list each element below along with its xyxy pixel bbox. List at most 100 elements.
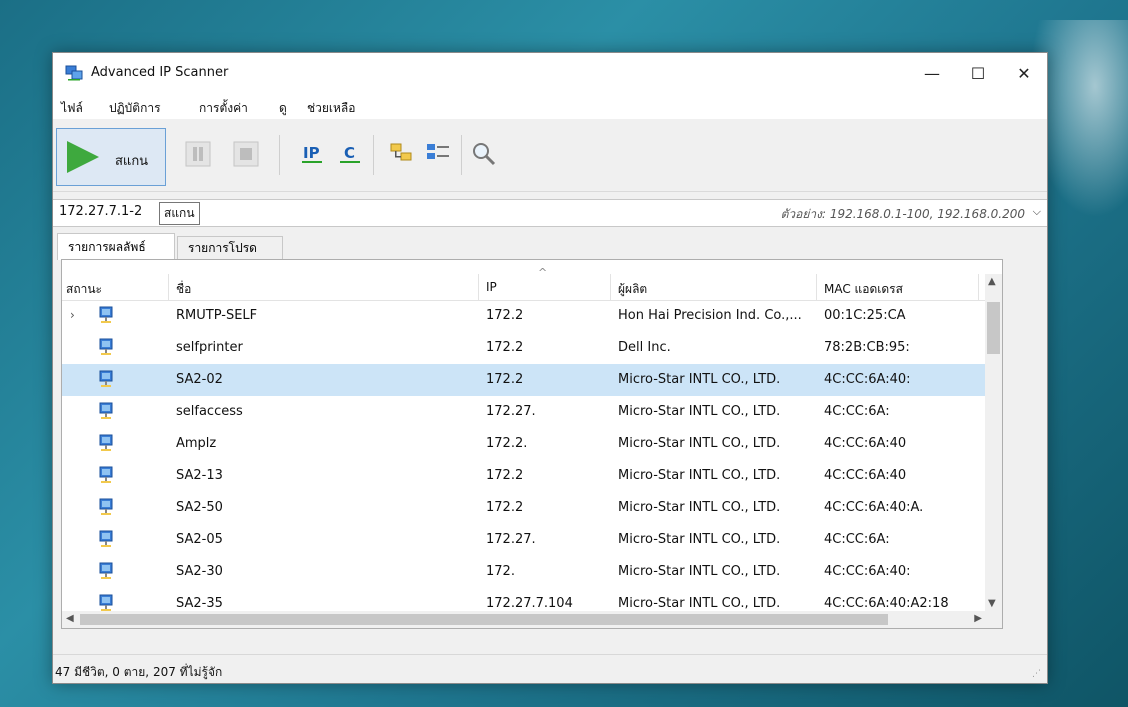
cell-mac: 78:2B:CB:95: xyxy=(824,340,910,355)
search-button[interactable] xyxy=(471,141,497,167)
expand-all-button[interactable] xyxy=(389,141,415,167)
cell-ip: 172.2. xyxy=(486,436,528,451)
cell-mac: 4C:CC:6A: xyxy=(824,532,890,547)
pause-button[interactable] xyxy=(185,141,211,167)
app-network-icon xyxy=(65,65,83,81)
column-status[interactable]: สถานะ xyxy=(66,280,102,299)
ip-range-button[interactable]: IP xyxy=(299,141,325,167)
close-button[interactable]: ✕ xyxy=(1001,53,1047,93)
cell-mac: 4C:CC:6A:40: xyxy=(824,564,911,579)
tab-favorites[interactable]: รายการโปรด xyxy=(177,236,283,259)
cell-mac: 00:1C:25:CA xyxy=(824,308,906,323)
tab-results[interactable]: รายการผลลัพธ์ xyxy=(57,233,175,260)
column-name[interactable]: ชื่อ xyxy=(176,280,191,299)
computer-icon xyxy=(99,306,113,323)
column-divider xyxy=(610,274,611,300)
cell-ip: 172.27. xyxy=(486,404,536,419)
cell-name: RMUTP-SELF xyxy=(176,308,258,323)
computer-icon xyxy=(99,498,113,515)
cell-manufacturer: Micro-Star INTL CO., LTD. xyxy=(618,436,781,451)
menu-actions[interactable]: ปฏิบัติการ xyxy=(109,99,161,118)
menu-view[interactable]: ดู xyxy=(279,99,287,118)
table-row[interactable]: SA2-50 172.2 Micro-Star INTL CO., LTD. 4C:C… xyxy=(62,492,1002,524)
range-example-hint: ตัวอย่าง: 192.168.0.1-100, 192.168.0.200 xyxy=(780,207,1025,221)
status-bar: 47 มีชีวิต, 0 ตาย, 207 ที่ไม่รู้จัก ⋰ xyxy=(53,654,1047,683)
computer-icon xyxy=(99,434,113,451)
computer-icon xyxy=(99,466,113,483)
ip-range-field[interactable]: 172.27.7.1-2 สแกน ตัวอย่าง: 192.168.0.1-… xyxy=(53,199,1047,227)
computer-icon xyxy=(99,402,113,419)
table-row[interactable]: SA2-05 172.27. Micro-Star INTL CO., LTD. 4C… xyxy=(62,524,1002,556)
scroll-right-icon[interactable]: ▶ xyxy=(974,613,982,624)
collapse-list-icon xyxy=(427,144,449,159)
ip-range-input[interactable]: 172.27.7.1-2 xyxy=(59,204,142,219)
column-mac[interactable]: MAC แอดเดรส xyxy=(824,280,903,299)
pause-icon xyxy=(185,141,211,167)
cell-name: SA2-02 xyxy=(176,372,223,387)
ip-icon-text: IP xyxy=(303,144,320,162)
menu-bar: ไฟล์ ปฏิบัติการ การตั้งค่า ดู ช่วยเหลือ xyxy=(53,93,1047,119)
horizontal-scrollbar[interactable]: ◀ ▶ xyxy=(62,611,1002,628)
vertical-scrollbar[interactable]: ▲ ▼ xyxy=(985,274,1002,611)
cell-name: selfaccess xyxy=(176,404,243,419)
cell-mac: 4C:CC:6A:40 xyxy=(824,468,907,483)
resize-grip-icon[interactable]: ⋰ xyxy=(1032,669,1041,679)
chevron-down-icon[interactable]: ⌵ xyxy=(1033,205,1041,219)
cell-mac: 4C:CC:6A:40:A2:18 xyxy=(824,596,949,611)
cell-manufacturer: Hon Hai Precision Ind. Co.,... xyxy=(618,308,802,323)
column-divider xyxy=(478,274,479,300)
cell-manufacturer: Micro-Star INTL CO., LTD. xyxy=(618,372,781,387)
toolbar-separator xyxy=(461,135,462,175)
horizontal-scroll-thumb[interactable] xyxy=(80,614,888,625)
maximize-button[interactable]: ☐ xyxy=(955,53,1001,93)
table-row[interactable]: › RMUTP-SELF 172.2 Hon Hai Precision Ind. C… xyxy=(62,300,1002,332)
list-header: ^ สถานะ ชื่อ IP ผู้ผลิต MAC แอดเดรส ค xyxy=(62,266,1002,301)
cell-mac: 4C:CC:6A:40: xyxy=(824,372,911,387)
toolbar: สแกน IP C xyxy=(53,121,1047,192)
cell-ip: 172.27.7.104 xyxy=(486,596,573,611)
column-divider xyxy=(168,274,169,300)
cell-ip: 172.2 xyxy=(486,308,524,323)
menu-settings[interactable]: การตั้งค่า xyxy=(199,99,248,118)
expand-row-icon[interactable]: › xyxy=(70,308,75,322)
stop-button[interactable] xyxy=(233,141,259,167)
cell-ip: 172. xyxy=(486,564,515,579)
cell-ip: 172.2 xyxy=(486,468,524,483)
menu-help[interactable]: ช่วยเหลือ xyxy=(307,99,356,118)
cell-ip: 172.2 xyxy=(486,372,524,387)
scroll-left-icon[interactable]: ◀ xyxy=(66,613,74,624)
minimize-button[interactable]: — xyxy=(909,53,955,93)
scroll-up-icon[interactable]: ▲ xyxy=(988,276,996,287)
cell-manufacturer: Dell Inc. xyxy=(618,340,671,355)
column-manufacturer[interactable]: ผู้ผลิต xyxy=(618,280,647,299)
sort-ascending-icon: ^ xyxy=(538,266,548,279)
table-row[interactable]: selfprinter 172.2 Dell Inc. 78:2B:CB:95: xyxy=(62,332,1002,364)
collapse-all-button[interactable] xyxy=(425,141,451,167)
table-row[interactable]: selfaccess 172.27. Micro-Star INTL CO., LT… xyxy=(62,396,1002,428)
title-bar: Advanced IP Scanner — ☐ ✕ xyxy=(53,53,1047,93)
table-row[interactable]: SA2-13 172.2 Micro-Star INTL CO., LTD. 4C:C… xyxy=(62,460,1002,492)
vertical-scroll-thumb[interactable] xyxy=(987,302,1000,354)
table-row[interactable]: Amplz 172.2. Micro-Star INTL CO., LTD. 4C:C… xyxy=(62,428,1002,460)
scan-button[interactable]: สแกน xyxy=(56,128,166,186)
cell-manufacturer: Micro-Star INTL CO., LTD. xyxy=(618,564,781,579)
scroll-down-icon[interactable]: ▼ xyxy=(988,598,996,609)
column-divider xyxy=(816,274,817,300)
cell-name: SA2-35 xyxy=(176,596,223,611)
cell-ip: 172.2 xyxy=(486,340,524,355)
subnet-c-button[interactable]: C xyxy=(337,141,363,167)
cell-manufacturer: Micro-Star INTL CO., LTD. xyxy=(618,468,781,483)
table-row[interactable]: SA2-30 172. Micro-Star INTL CO., LTD. 4C:CC… xyxy=(62,556,1002,588)
window-title: Advanced IP Scanner xyxy=(91,65,229,80)
c-icon-text: C xyxy=(344,144,355,162)
results-list: ^ สถานะ ชื่อ IP ผู้ผลิต MAC แอดเดรส ค › R… xyxy=(61,259,1003,629)
cell-name: SA2-50 xyxy=(176,500,223,515)
computer-icon xyxy=(99,530,113,547)
menu-file[interactable]: ไฟล์ xyxy=(61,99,83,118)
table-row[interactable]: SA2-02 172.2 Micro-Star INTL CO., LTD. 4C:C… xyxy=(62,364,1002,396)
toolbar-separator xyxy=(373,135,374,175)
cell-manufacturer: Micro-Star INTL CO., LTD. xyxy=(618,532,781,547)
search-icon xyxy=(473,143,496,166)
column-ip[interactable]: IP xyxy=(486,280,497,294)
cell-name: SA2-13 xyxy=(176,468,223,483)
